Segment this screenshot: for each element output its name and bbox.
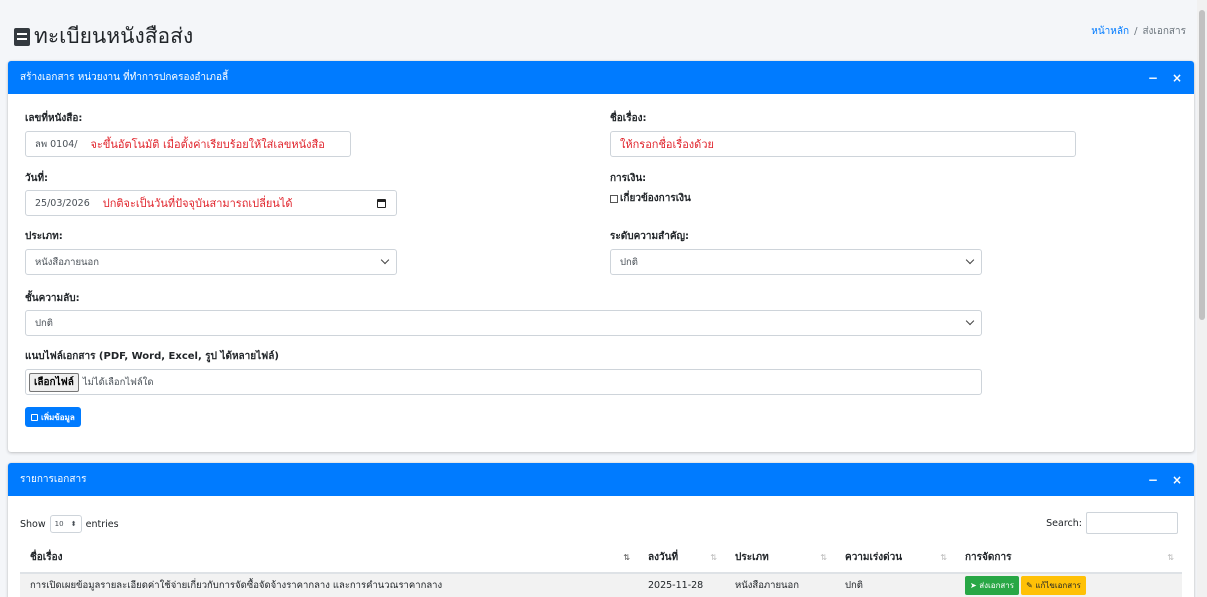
column-header-type[interactable]: ประเภท ⇅ [725, 543, 835, 574]
subject-input[interactable]: ให้กรอกชื่อเรื่องด้วย [610, 131, 1076, 157]
create-document-card: สร้างเอกสาร หน่วยงาน ที่ทำการปกครองอำเภอ… [8, 61, 1194, 452]
page-title-text: ทะเบียนหนังสือส่ง [34, 24, 194, 48]
entries-label: entries [85, 518, 119, 530]
sort-icon: ⇅ [623, 553, 630, 562]
attachment-input[interactable]: เลือกไฟล์ ไม่ได้เลือกไฟล์ใด [25, 369, 982, 395]
create-document-card-header: สร้างเอกสาร หน่วยงาน ที่ทำการปกครองอำเภอ… [8, 61, 1194, 94]
send-document-button[interactable]: ➤ ส่งเอกสาร [965, 576, 1020, 595]
column-header-urgency[interactable]: ความเร่งด่วน ⇅ [835, 543, 955, 574]
table-header-row: ชื่อเรื่อง ⇅ ลงวันที่ ⇅ ประเภท ⇅ ความเร่งด่… [20, 543, 1182, 574]
page-length-value: 10 [54, 520, 64, 528]
add-data-button[interactable]: เพิ่มข้อมูล [25, 407, 81, 427]
finance-checkbox[interactable] [610, 194, 618, 203]
sort-icon: ⇅ [710, 553, 717, 562]
doc-no-value: ลพ 0104/ [35, 138, 78, 150]
updown-icon: ⬍ [70, 520, 77, 528]
secrecy-select[interactable]: ปกติ [25, 310, 982, 336]
save-icon [31, 413, 38, 421]
finance-checkbox-label: เกี่ยวข้องการเงิน [620, 193, 691, 204]
type-label: ประเภท: [25, 231, 63, 242]
minimize-icon[interactable]: − [1148, 71, 1158, 85]
sort-icon: ⇅ [940, 553, 947, 562]
page-header: ทะเบียนหนังสือส่ง หน้าหลัก / ส่งเอกสาร [0, 0, 1196, 60]
breadcrumb: หน้าหลัก / ส่งเอกสาร [1091, 24, 1186, 39]
document-list-card-header: รายการเอกสาร − × [8, 463, 1194, 496]
documents-table: ชื่อเรื่อง ⇅ ลงวันที่ ⇅ ประเภท ⇅ ความเร่งด่… [20, 543, 1182, 597]
subject-placeholder: ให้กรอกชื่อเรื่องด้วย [620, 138, 714, 151]
sort-icon: ⇅ [820, 553, 827, 562]
edit-icon: ✎ [1026, 581, 1033, 590]
breadcrumb-home-link[interactable]: หน้าหลัก [1091, 26, 1129, 37]
search-input[interactable] [1086, 512, 1178, 534]
send-icon: ➤ [970, 581, 977, 590]
column-header-date[interactable]: ลงวันที่ ⇅ [638, 543, 725, 574]
chevron-down-icon [380, 255, 390, 265]
table-search: Search: [1046, 512, 1178, 534]
date-value: 25/03/2026 [35, 197, 90, 209]
cell-urgency: ปกติ [835, 573, 955, 597]
priority-label: ระดับความสำคัญ: [610, 231, 690, 242]
attachment-label: แนบไฟล์เอกสาร (PDF, Word, Excel, รูป ได้… [25, 351, 279, 362]
page-length-select[interactable]: 10 ⬍ [49, 515, 82, 533]
secrecy-label: ชั้นความลับ: [25, 293, 80, 304]
breadcrumb-current: ส่งเอกสาร [1142, 26, 1186, 37]
page-scrollbar[interactable] [1197, 0, 1207, 597]
breadcrumb-separator: / [1134, 26, 1138, 37]
doc-no-label: เลขที่หนังสือ: [25, 113, 83, 124]
chevron-down-icon [965, 255, 975, 265]
chevron-down-icon [965, 316, 975, 326]
column-header-subject[interactable]: ชื่อเรื่อง ⇅ [20, 543, 638, 574]
card-title: สร้างเอกสาร หน่วยงาน ที่ทำการปกครองอำเภอ… [20, 72, 229, 83]
subject-label: ชื่อเรื่อง: [610, 113, 647, 124]
type-value: หนังสือภายนอก [35, 256, 100, 268]
page-title: ทะเบียนหนังสือส่ง [14, 20, 193, 53]
column-header-actions[interactable]: การจัดการ ⇅ [955, 543, 1182, 574]
sort-icon: ⇅ [1167, 553, 1174, 562]
date-input[interactable]: 25/03/2026 ปกติจะเป็นวันที่ปัจจุบันสามาร… [25, 190, 397, 216]
close-icon[interactable]: × [1172, 473, 1182, 487]
cell-date: 2025-11-28 [638, 573, 725, 597]
document-list-card: รายการเอกสาร − × Show 10 ⬍ entries Searc… [8, 463, 1194, 597]
edit-document-button[interactable]: ✎ แก้ไขเอกสาร [1021, 576, 1086, 595]
doc-no-note: จะขึ้นอัตโนมัติ เมื่อตั้งค่าเรียบร้อยให้… [90, 138, 325, 151]
page-length-control: Show 10 ⬍ entries [20, 515, 119, 533]
card-tools: − × [1148, 473, 1182, 487]
calendar-icon[interactable] [377, 199, 386, 208]
card-tools: − × [1148, 71, 1182, 85]
show-label: Show [20, 518, 46, 530]
date-label: วันที่: [25, 173, 49, 184]
date-note: ปกติจะเป็นวันที่ปัจจุบันสามารถเปลี่ยนได้ [102, 197, 293, 210]
cell-subject: การเปิดเผยข้อมูลรายละเอียดค่าใช้จ่ายเกี่… [20, 573, 638, 597]
scrollbar-thumb[interactable] [1199, 10, 1205, 320]
doc-no-input[interactable]: ลพ 0104/ จะขึ้นอัตโนมัติ เมื่อตั้งค่าเรี… [25, 131, 351, 157]
file-status: ไม่ได้เลือกไฟล์ใด [82, 376, 154, 388]
cell-type: หนังสือภายนอก [725, 573, 835, 597]
search-label: Search: [1046, 517, 1082, 529]
book-icon [14, 27, 30, 46]
table-row: การเปิดเผยข้อมูลรายละเอียดค่าใช้จ่ายเกี่… [20, 573, 1182, 597]
type-select[interactable]: หนังสือภายนอก [25, 249, 397, 275]
priority-value: ปกติ [620, 256, 638, 268]
finance-checkbox-row[interactable]: เกี่ยวข้องการเงิน [610, 191, 691, 206]
add-data-label: เพิ่มข้อมูล [41, 412, 75, 422]
cell-actions: ➤ ส่งเอกสาร ✎ แก้ไขเอกสาร [955, 573, 1182, 597]
choose-file-button[interactable]: เลือกไฟล์ [29, 372, 79, 392]
secrecy-value: ปกติ [35, 317, 53, 329]
finance-label: การเงิน: [610, 173, 647, 184]
priority-select[interactable]: ปกติ [610, 249, 982, 275]
minimize-icon[interactable]: − [1148, 473, 1158, 487]
close-icon[interactable]: × [1172, 71, 1182, 85]
card-title: รายการเอกสาร [20, 474, 87, 485]
